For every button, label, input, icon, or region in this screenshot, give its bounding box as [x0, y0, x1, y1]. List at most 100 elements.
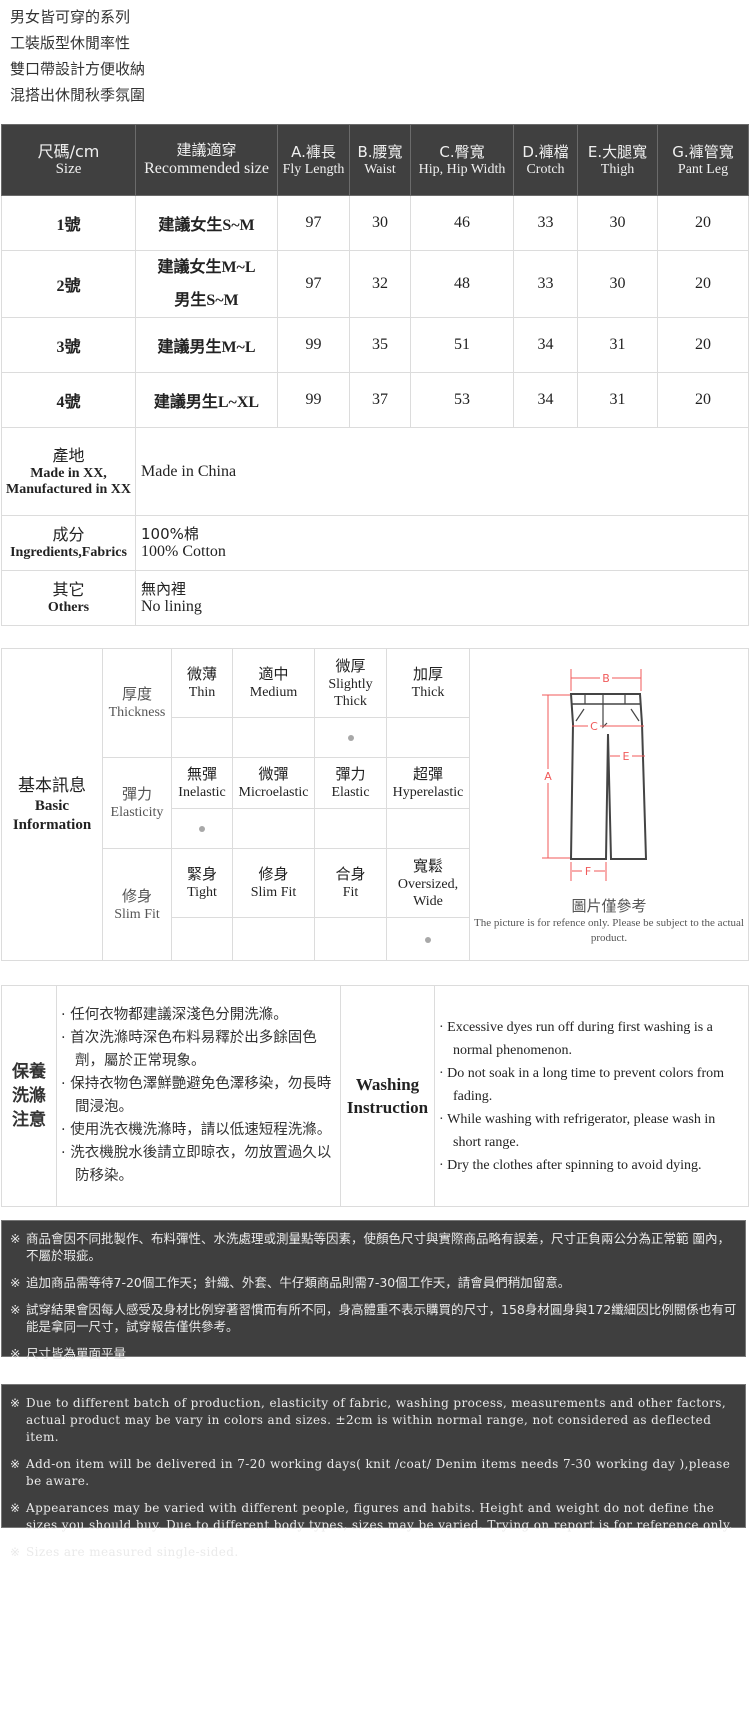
size-table: 尺碼/cm Size 建議適穿 Recommended size A.褲長 Fly L…	[1, 124, 749, 626]
size-cell: 1號	[1, 195, 136, 251]
value-cell: 34	[513, 372, 578, 428]
note-item: ※ Sizes are measured single-sided.	[10, 1545, 239, 1559]
label-a: A	[544, 770, 552, 783]
header-crotch: D.褲檔 Crotch	[513, 124, 578, 196]
header-hip: C.臀寬 Hip, Hip Width	[410, 124, 514, 196]
notes-zh: ※ 商品會因不同批製作、布料彈性、水洗處理或測量點等因素，使顏色尺寸與實際商品略有…	[1, 1220, 746, 1361]
label-c: C	[590, 720, 598, 733]
header-waist: B.腰寬 Waist	[349, 124, 411, 196]
note-item: ※ Due to different batch of production, e…	[10, 1396, 727, 1444]
choice-cell	[232, 917, 315, 961]
list-item: While washing with refrigerator, please …	[439, 1108, 742, 1154]
info-row-fabric: 成分 Ingredients,Fabrics 100%棉 100% Cotton	[1, 515, 749, 571]
measurement-lines: B A C E F	[542, 669, 645, 881]
option-slim-fit: 修身 Slim Fit	[232, 848, 315, 918]
label-b: B	[602, 672, 610, 685]
choice-cell	[314, 917, 387, 961]
choice-cell	[232, 808, 315, 849]
product-intro: 男女皆可穿的系列 工裝版型休閒率性 雙口帶設計方便收納 混搭出休閒秋季氛圍	[10, 4, 145, 108]
choice-cell	[386, 717, 470, 758]
recommend-cell: 建議女生S~M	[135, 195, 278, 251]
info-label: 產地 Made in XX, Manufactured in XX	[1, 427, 136, 516]
option-medium: 適中 Medium	[232, 648, 315, 718]
note-item: ※ 試穿結果會因每人感受及身材比例穿著習慣而有所不同，身高體重不表示購買的尺寸，1…	[10, 1302, 737, 1334]
washing-label-zh: 保養洗滌注意	[1, 985, 57, 1207]
category-fit: 修身 Slim Fit	[102, 848, 172, 961]
value-cell: 51	[410, 317, 514, 373]
value-cell: 48	[410, 250, 514, 318]
washing-table: 保養洗滌注意 任何衣物都建議深淺色分開洗滌。 首次洗滌時深色布料易釋於出多餘固色…	[1, 985, 749, 1207]
header-recommended: 建議適穿 Recommended size	[135, 124, 278, 196]
recommend-cell: 建議女生M~L 男生S~M	[135, 250, 278, 318]
value-cell: 20	[657, 250, 749, 318]
recommend-cell: 建議男生L~XL	[135, 372, 278, 428]
note-item: ※ Appearances may be varied with differen…	[10, 1501, 733, 1532]
recommend-cell: 建議男生M~L	[135, 317, 278, 373]
table-row: 3號 建議男生M~L 99 35 51 34 31 20	[1, 317, 749, 373]
washing-list-zh: 任何衣物都建議深淺色分開洗滌。 首次洗滌時深色布料易釋於出多餘固色劑，屬於正常現…	[56, 985, 341, 1207]
value-cell: 46	[410, 195, 514, 251]
option-thick: 加厚 Thick	[386, 648, 470, 718]
choice-cell	[386, 917, 470, 961]
diagram-caption: 圖片僅參考 The picture is for refence only. P…	[474, 897, 744, 944]
note-item: ※ 追加商品需等待7-20個工作天；針織、外套、牛仔類商品則需7-30個工作天，請…	[10, 1275, 571, 1290]
info-row-origin: 產地 Made in XX, Manufactured in XX Made in…	[1, 427, 749, 516]
option-oversized: 寬鬆 Oversized, Wide	[386, 848, 470, 918]
notes-en: ※ Due to different batch of production, e…	[1, 1384, 746, 1559]
list-item: Excessive dyes run off during first wash…	[439, 1016, 742, 1062]
pants-outline	[569, 693, 648, 860]
selected-dot	[347, 735, 354, 741]
note-item: ※ 尺寸皆為單面平量	[10, 1346, 127, 1361]
option-thin: 微薄 Thin	[171, 648, 233, 718]
value-cell: 99	[277, 317, 350, 373]
option-hyperelastic: 超彈 Hyperelastic	[386, 757, 470, 809]
intro-line: 男女皆可穿的系列	[10, 8, 131, 26]
option-tight: 緊身 Tight	[171, 848, 233, 918]
note-item: ※ 商品會因不同批製作、布料彈性、水洗處理或測量點等因素，使顏色尺寸與實際商品略有…	[10, 1231, 730, 1263]
choice-cell	[314, 717, 387, 758]
info-value: 無內裡 No lining	[135, 570, 749, 626]
value-cell: 33	[513, 250, 578, 318]
option-fit: 合身 Fit	[314, 848, 387, 918]
choice-cell	[386, 808, 470, 849]
value-cell: 33	[513, 195, 578, 251]
value-cell: 53	[410, 372, 514, 428]
pants-measurement-illustration: B A C E F	[542, 669, 648, 881]
size-cell: 2號	[1, 250, 136, 318]
header-thigh: E.大腿寬 Thigh	[577, 124, 658, 196]
choice-cell	[171, 917, 233, 961]
info-label: 成分 Ingredients,Fabrics	[1, 515, 136, 571]
washing-label-text: 保養洗滌注意	[12, 1062, 46, 1130]
category-thickness: 厚度 Thickness	[102, 648, 172, 758]
info-value: 100%棉 100% Cotton	[135, 515, 749, 571]
list-item: Do not soak in a long time to prevent co…	[439, 1062, 742, 1108]
label-f: F	[585, 865, 591, 878]
selected-dot	[425, 936, 431, 943]
list-item: 使用洗衣機洗滌時，請以低速短程洗滌。	[61, 1119, 334, 1142]
label-e: E	[623, 750, 630, 763]
value-cell: 31	[577, 317, 658, 373]
table-row: 4號 建議男生L~XL 99 37 53 34 31 20	[1, 372, 749, 428]
choice-cell	[232, 717, 315, 758]
list-item: 任何衣物都建議深淺色分開洗滌。	[61, 1004, 334, 1027]
category-elasticity: 彈力 Elasticity	[102, 757, 172, 849]
value-cell: 30	[577, 195, 658, 251]
value-cell: 32	[349, 250, 411, 318]
value-cell: 97	[277, 250, 350, 318]
value-cell: 30	[349, 195, 411, 251]
table-row: 1號 建議女生S~M 97 30 46 33 30 20	[1, 195, 749, 251]
intro-line: 混搭出休閒秋季氛圍	[10, 86, 146, 104]
list-item: 保持衣物色澤鮮艷避免色澤移染，勿長時間浸泡。	[61, 1073, 334, 1119]
size-cell: 4號	[1, 372, 136, 428]
list-item: Dry the clothes after spinning to avoid …	[439, 1154, 742, 1177]
intro-line: 雙口帶設計方便收納	[10, 60, 146, 78]
basic-info-label: 基本訊息 Basic Information	[1, 648, 103, 961]
value-cell: 20	[657, 317, 749, 373]
choice-cell	[314, 808, 387, 849]
option-slightly-thick: 微厚 Slightly Thick	[314, 648, 387, 718]
value-cell: 35	[349, 317, 411, 373]
value-cell: 30	[577, 250, 658, 318]
option-microelastic: 微彈 Microelastic	[232, 757, 315, 809]
intro-line: 工裝版型休閒率性	[10, 34, 131, 52]
header-pant-leg: G.褲管寬 Pant Leg	[657, 124, 749, 196]
